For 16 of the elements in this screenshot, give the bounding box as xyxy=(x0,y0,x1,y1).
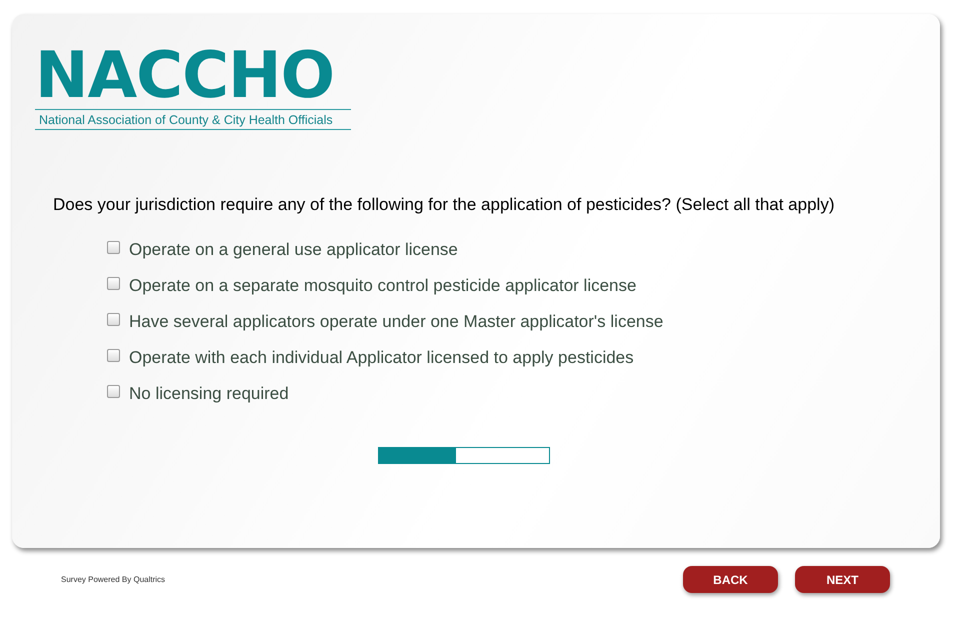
option-label[interactable]: Operate on a separate mosquito control pesticide applicator license xyxy=(129,274,636,297)
checkbox[interactable] xyxy=(107,385,120,398)
option-label[interactable]: Operate on a general use applicator license xyxy=(129,238,458,261)
checkbox[interactable] xyxy=(107,349,120,362)
powered-by-text: Survey Powered By Qualtrics xyxy=(61,575,166,584)
checkbox[interactable] xyxy=(107,313,120,326)
next-button[interactable]: NEXT xyxy=(795,566,890,593)
checkbox[interactable] xyxy=(107,277,120,290)
question-text: Does your jurisdiction require any of the following for the application of pesticides? (Select all that apply) xyxy=(53,194,836,216)
checkbox[interactable] xyxy=(107,241,120,254)
logo-wordmark: NACCHO xyxy=(35,45,351,110)
option-label[interactable]: Have several applicators operate under one Master applicator's license xyxy=(129,310,664,333)
option-label[interactable]: Operate with each individual Applicator licensed to apply pesticides xyxy=(129,346,634,369)
option-label[interactable]: No licensing required xyxy=(129,382,289,405)
back-button[interactable]: BACK xyxy=(683,566,778,593)
logo-subtitle: National Association of County & City Health Officials xyxy=(35,110,351,130)
